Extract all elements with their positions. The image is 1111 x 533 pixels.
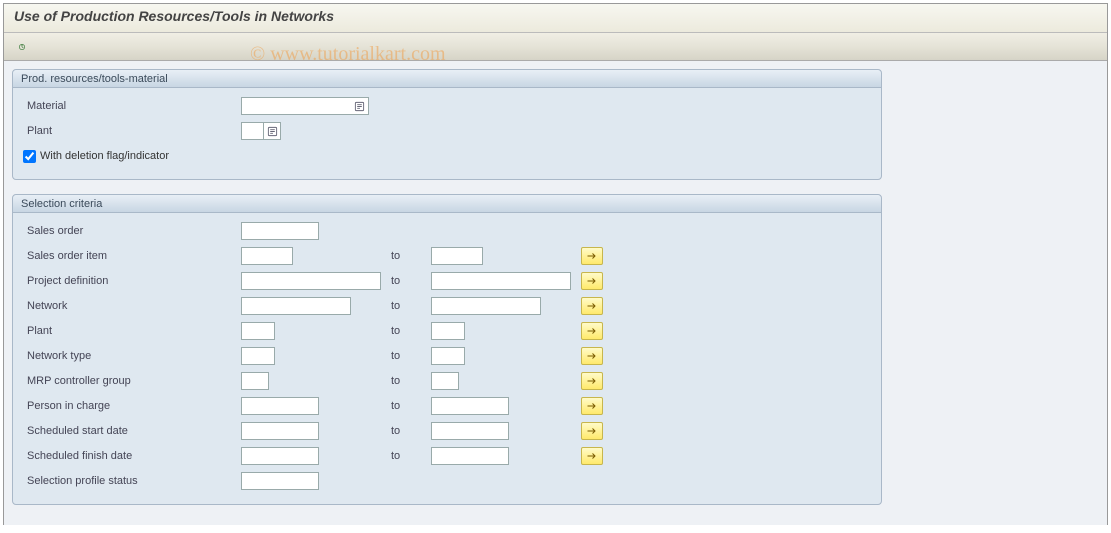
panel-selection-criteria: Selection criteria Sales order Sales ord… [12,194,882,505]
material-label: Material [21,100,241,112]
person-multi[interactable] [581,397,603,415]
deletion-flag-label: With deletion flag/indicator [40,150,169,162]
to-label: to [391,400,431,412]
to-label: to [391,275,431,287]
sched-finish-multi[interactable] [581,447,603,465]
title-bar: Use of Production Resources/Tools in Net… [4,4,1107,33]
to-label: to [391,450,431,462]
to-label: to [391,250,431,262]
crit-plant-multi[interactable] [581,322,603,340]
to-label: to [391,425,431,437]
panel-selection-criteria-header: Selection criteria [13,195,881,213]
sales-order-label: Sales order [21,225,241,237]
sched-start-from[interactable] [241,422,319,440]
mrp-ctrl-label: MRP controller group [21,375,241,387]
network-to[interactable] [431,297,541,315]
crit-plant-from[interactable] [241,322,275,340]
network-type-label: Network type [21,350,241,362]
arrow-right-icon [586,326,598,336]
searchhelp-icon [267,126,278,137]
sched-finish-label: Scheduled finish date [21,450,241,462]
sales-order-input[interactable] [241,222,319,240]
execute-button[interactable] [12,37,32,57]
sales-order-item-to[interactable] [431,247,483,265]
searchhelp-icon [354,101,365,112]
crit-plant-to[interactable] [431,322,465,340]
arrow-right-icon [586,301,598,311]
panel-prt-material: Prod. resources/tools-material Material … [12,69,882,180]
crit-plant-label: Plant [21,325,241,337]
execute-icon [18,40,26,54]
to-label: to [391,375,431,387]
person-to[interactable] [431,397,509,415]
plant-label: Plant [21,125,241,137]
network-label: Network [21,300,241,312]
project-def-multi[interactable] [581,272,603,290]
sel-profile-label: Selection profile status [21,475,241,487]
mrp-ctrl-multi[interactable] [581,372,603,390]
person-label: Person in charge [21,400,241,412]
arrow-right-icon [586,426,598,436]
mrp-ctrl-from[interactable] [241,372,269,390]
network-from[interactable] [241,297,351,315]
window: Use of Production Resources/Tools in Net… [3,3,1108,525]
project-def-label: Project definition [21,275,241,287]
project-def-from[interactable] [241,272,381,290]
arrow-right-icon [586,376,598,386]
material-input[interactable] [241,97,351,115]
sched-start-multi[interactable] [581,422,603,440]
plant-searchhelp[interactable] [263,122,281,140]
content-area: Prod. resources/tools-material Material … [4,61,1107,525]
sched-finish-to[interactable] [431,447,509,465]
toolbar [4,33,1107,61]
to-label: to [391,325,431,337]
deletion-flag-checkbox[interactable] [23,150,36,163]
sales-order-item-multi[interactable] [581,247,603,265]
arrow-right-icon [586,276,598,286]
network-type-from[interactable] [241,347,275,365]
to-label: to [391,300,431,312]
plant-input[interactable] [241,122,263,140]
mrp-ctrl-to[interactable] [431,372,459,390]
material-searchhelp[interactable] [351,97,369,115]
sel-profile-input[interactable] [241,472,319,490]
sched-start-label: Scheduled start date [21,425,241,437]
network-multi[interactable] [581,297,603,315]
to-label: to [391,350,431,362]
network-type-to[interactable] [431,347,465,365]
arrow-right-icon [586,451,598,461]
page-title: Use of Production Resources/Tools in Net… [14,8,334,24]
arrow-right-icon [586,251,598,261]
sched-finish-from[interactable] [241,447,319,465]
arrow-right-icon [586,351,598,361]
network-type-multi[interactable] [581,347,603,365]
person-from[interactable] [241,397,319,415]
sales-order-item-label: Sales order item [21,250,241,262]
sales-order-item-from[interactable] [241,247,293,265]
sched-start-to[interactable] [431,422,509,440]
arrow-right-icon [586,401,598,411]
panel-prt-material-header: Prod. resources/tools-material [13,70,881,88]
project-def-to[interactable] [431,272,571,290]
